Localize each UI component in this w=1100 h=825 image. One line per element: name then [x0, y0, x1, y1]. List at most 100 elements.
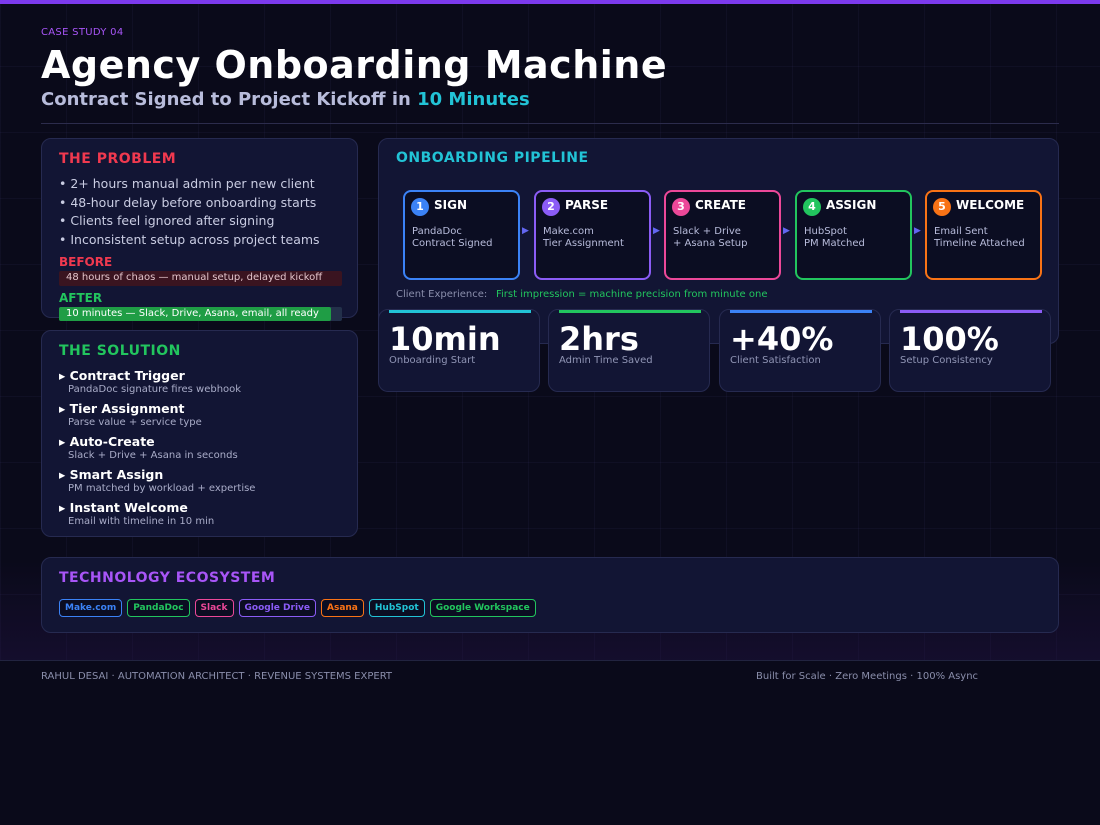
- step-name: PARSE: [565, 198, 609, 212]
- top-accent-bar: [0, 0, 1100, 4]
- solution-item-description: PandaDoc signature fires webhook: [68, 384, 242, 395]
- step-description-line: Tier Assignment: [543, 238, 624, 249]
- pipeline-title: ONBOARDING PIPELINE: [396, 150, 589, 166]
- tech-tag-make: Make.com: [59, 599, 123, 617]
- after-text: 10 minutes — Slack, Drive, Asana, email,…: [66, 308, 319, 319]
- problem-title: THE PROBLEM: [59, 151, 177, 167]
- solution-item-heading: ▸ Instant Welcome: [59, 500, 188, 515]
- step-description-line: PandaDoc: [412, 226, 462, 237]
- before-label: BEFORE: [59, 255, 113, 269]
- metric-label: Setup Consistency: [900, 355, 993, 366]
- step-description-line: Timeline Attached: [934, 238, 1025, 249]
- problem-card: THE PROBLEM • 2+ hours manual admin per …: [41, 138, 358, 321]
- problem-bullet: • Inconsistent setup across project team…: [59, 232, 320, 248]
- footer-divider: [0, 660, 1100, 661]
- metric-card: 10min Onboarding Start: [378, 309, 540, 392]
- solution-item: ▸ Auto-Create Slack + Drive + Asana in s…: [59, 434, 238, 461]
- problem-bullet: • 48-hour delay before onboarding starts: [59, 194, 317, 210]
- metric-card: +40% Client Satisfaction: [719, 309, 881, 392]
- footer-credits: RAHUL DESAI · AUTOMATION ARCHITECT · REV…: [41, 671, 393, 682]
- pipeline-step-assign: 4 ASSIGN HubSpot PM Matched: [795, 190, 912, 280]
- problem-list: • 2+ hours manual admin per new client •…: [59, 175, 320, 250]
- arrow-right-icon: ▶: [653, 226, 660, 236]
- step-description-line: Slack + Drive: [673, 226, 741, 237]
- solution-item: ▸ Tier Assignment Parse value + service …: [59, 401, 202, 428]
- solution-title: THE SOLUTION: [59, 343, 181, 359]
- page-subtitle: Contract Signed to Project Kickoff in 10…: [41, 89, 530, 110]
- footer-tagline: Built for Scale · Zero Meetings · 100% A…: [756, 671, 979, 682]
- tech-tag-google-workspace: Google Workspace: [429, 599, 536, 617]
- step-description: HubSpot PM Matched: [804, 226, 865, 250]
- step-description: PandaDoc Contract Signed: [412, 226, 493, 250]
- metric-accent-bar: [559, 310, 701, 313]
- tech-tag-pandadoc: PandaDoc: [127, 599, 190, 617]
- solution-item: ▸ Instant Welcome Email with timeline in…: [59, 500, 214, 527]
- solution-card: THE SOLUTION ▸ Contract Trigger PandaDoc…: [41, 330, 358, 537]
- before-text: 48 hours of chaos — manual setup, delaye…: [66, 272, 323, 283]
- metric-label: Client Satisfaction: [730, 355, 821, 366]
- step-number-badge: 5: [933, 198, 951, 216]
- tech-ecosystem-card: TECHNOLOGY ECOSYSTEM Make.com PandaDoc S…: [41, 557, 1059, 633]
- metric-label: Admin Time Saved: [559, 355, 653, 366]
- arrow-right-icon: ▶: [783, 226, 790, 236]
- step-description-line: PM Matched: [804, 238, 865, 249]
- solution-item-heading: ▸ Contract Trigger: [59, 368, 185, 383]
- metric-accent-bar: [900, 310, 1042, 313]
- after-label: AFTER: [59, 291, 103, 305]
- step-number-badge: 1: [411, 198, 429, 216]
- step-name: SIGN: [434, 198, 467, 212]
- step-description: Email Sent Timeline Attached: [934, 226, 1025, 250]
- step-number-badge: 4: [803, 198, 821, 216]
- subtitle-highlight: 10 Minutes: [417, 89, 530, 110]
- metric-label: Onboarding Start: [389, 355, 476, 366]
- step-description-line: + Asana Setup: [673, 238, 748, 249]
- tech-tag-google-drive: Google Drive: [238, 599, 316, 617]
- solution-item-description: Slack + Drive + Asana in seconds: [68, 450, 238, 461]
- arrow-right-icon: ▶: [914, 226, 921, 236]
- eyebrow-label: CASE STUDY 04: [41, 27, 124, 38]
- metric-accent-bar: [730, 310, 872, 313]
- step-description: Slack + Drive + Asana Setup: [673, 226, 748, 250]
- step-number-badge: 3: [672, 198, 690, 216]
- step-name: CREATE: [695, 198, 746, 212]
- step-name: WELCOME: [956, 198, 1025, 212]
- solution-item-description: PM matched by workload + expertise: [68, 483, 256, 494]
- page-title: Agency Onboarding Machine: [41, 43, 668, 87]
- pipeline-step-parse: 2 PARSE Make.com Tier Assignment: [534, 190, 651, 280]
- solution-item-heading: ▸ Smart Assign: [59, 467, 164, 482]
- step-number-badge: 2: [542, 198, 560, 216]
- client-experience-value: First impression = machine precision fro…: [496, 289, 768, 300]
- tech-tag-hubspot: HubSpot: [368, 599, 425, 617]
- metric-card: 2hrs Admin Time Saved: [548, 309, 710, 392]
- tech-ecosystem-title: TECHNOLOGY ECOSYSTEM: [59, 570, 276, 586]
- pipeline-step-create: 3 CREATE Slack + Drive + Asana Setup: [664, 190, 781, 280]
- solution-item-description: Parse value + service type: [68, 417, 202, 428]
- step-name: ASSIGN: [826, 198, 877, 212]
- step-description-line: Contract Signed: [412, 238, 493, 249]
- solution-item-description: Email with timeline in 10 min: [68, 516, 215, 527]
- step-description-line: Email Sent: [934, 226, 988, 237]
- metric-card: 100% Setup Consistency: [889, 309, 1051, 392]
- solution-item-heading: ▸ Tier Assignment: [59, 401, 185, 416]
- problem-bullet: • Clients feel ignored after signing: [59, 213, 275, 229]
- metric-accent-bar: [389, 310, 531, 313]
- step-description-line: Make.com: [543, 226, 594, 237]
- before-bar: 48 hours of chaos — manual setup, delaye…: [59, 271, 342, 286]
- pipeline-step-welcome: 5 WELCOME Email Sent Timeline Attached: [925, 190, 1042, 280]
- after-bar: 10 minutes — Slack, Drive, Asana, email,…: [59, 307, 342, 321]
- tech-tag-asana: Asana: [321, 599, 364, 617]
- metric-value: 100%: [900, 320, 999, 358]
- solution-item: ▸ Smart Assign PM matched by workload + …: [59, 467, 255, 494]
- tech-tag-list: Make.com PandaDoc Slack Google Drive Asa…: [59, 599, 536, 617]
- step-description-line: HubSpot: [804, 226, 847, 237]
- metric-value: 10min: [389, 320, 501, 358]
- step-description: Make.com Tier Assignment: [543, 226, 624, 250]
- pipeline-step-sign: 1 SIGN PandaDoc Contract Signed: [403, 190, 520, 280]
- subtitle-text: Contract Signed to Project Kickoff in: [41, 89, 411, 110]
- solution-item: ▸ Contract Trigger PandaDoc signature fi…: [59, 368, 241, 395]
- metric-value: 2hrs: [559, 320, 639, 358]
- metric-value: +40%: [730, 320, 834, 358]
- tech-tag-slack: Slack: [194, 599, 234, 617]
- problem-bullet: • 2+ hours manual admin per new client: [59, 176, 315, 191]
- arrow-right-icon: ▶: [522, 226, 529, 236]
